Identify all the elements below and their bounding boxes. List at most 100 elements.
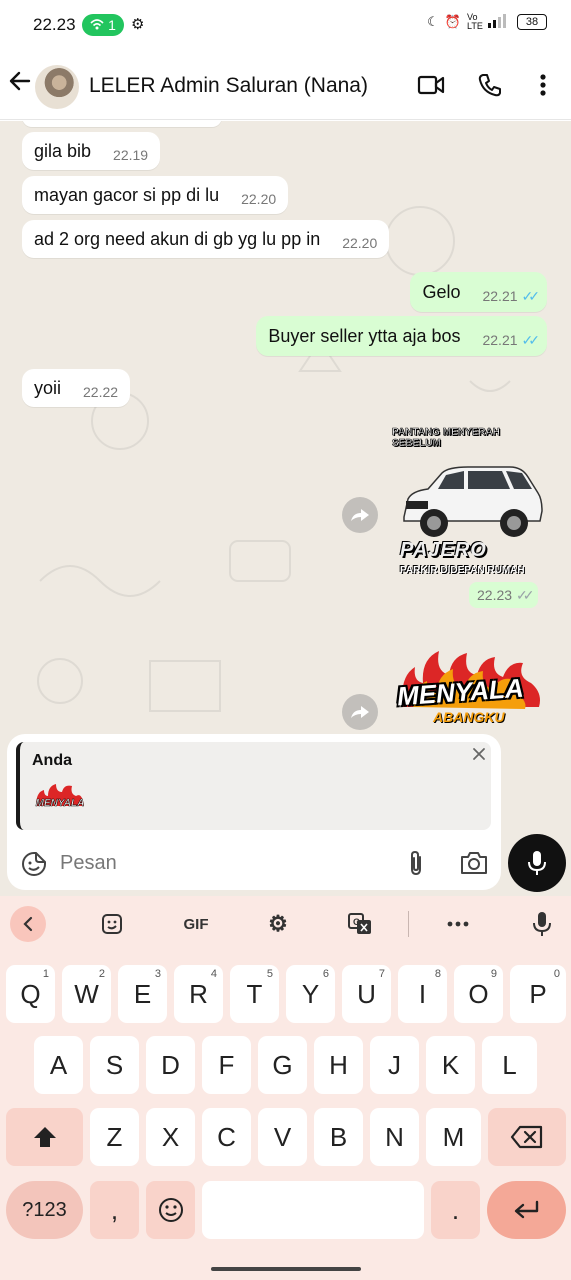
voice-input-icon[interactable] — [524, 906, 560, 942]
key-a[interactable]: A — [34, 1036, 83, 1094]
message-bubble-incoming[interactable]: mayan gacor si pp di lu 22.20 — [22, 176, 289, 214]
key-j[interactable]: J — [370, 1036, 419, 1094]
translate-icon[interactable]: G — [342, 906, 378, 942]
key-label: X — [161, 1121, 180, 1152]
settings-status-icon: ⚙ — [131, 16, 145, 33]
toolbar-divider — [408, 911, 409, 937]
sticker-emoji-icon[interactable] — [20, 850, 48, 878]
close-reply-icon[interactable] — [468, 744, 490, 766]
key-e[interactable]: E3 — [118, 965, 167, 1023]
symbols-key[interactable]: ?123 — [6, 1181, 83, 1239]
message-bubble-outgoing[interactable]: Gelo 22.21 ✓✓ — [410, 272, 547, 312]
sticker-pajero[interactable]: PANTANG MENYERAH SEBELUM PAJERO PARKIR D… — [392, 427, 548, 579]
message-bubble-partial[interactable] — [22, 121, 222, 127]
key-b[interactable]: B — [314, 1108, 363, 1166]
space-key[interactable] — [202, 1181, 424, 1239]
key-label: F — [218, 1049, 235, 1080]
status-right-icons: ☾ ⏰ Vo LTE 38 — [427, 13, 547, 31]
key-hint: 0 — [553, 968, 560, 980]
message-time: 22.22 — [83, 384, 119, 400]
home-indicator[interactable] — [211, 1267, 361, 1271]
backspace-key[interactable] — [488, 1108, 566, 1166]
voice-record-button[interactable] — [508, 834, 566, 892]
network-label: Vo LTE — [467, 12, 483, 31]
camera-icon[interactable] — [458, 849, 490, 877]
key-label: R — [189, 978, 208, 1009]
more-options-icon[interactable] — [440, 906, 476, 942]
smiley-icon — [158, 1198, 183, 1222]
key-label: W — [74, 978, 99, 1009]
key-label: K — [441, 1049, 460, 1080]
reply-author: Anda — [32, 752, 72, 769]
message-text: yoii — [34, 377, 62, 398]
key-label: J — [388, 1049, 401, 1080]
key-g[interactable]: G — [258, 1036, 307, 1094]
key-y[interactable]: Y6 — [286, 965, 335, 1023]
enter-key[interactable] — [487, 1181, 566, 1239]
more-options-icon[interactable] — [528, 70, 558, 100]
key-m[interactable]: M — [426, 1108, 481, 1166]
message-bubble-outgoing[interactable]: Buyer seller ytta aja bos 22.21 ✓✓ — [256, 316, 547, 356]
comma-key[interactable]: , — [90, 1181, 139, 1239]
key-x[interactable]: X — [146, 1108, 195, 1166]
key-i[interactable]: I8 — [398, 965, 447, 1023]
key-n[interactable]: N — [370, 1108, 419, 1166]
message-bubble-incoming[interactable]: gila bib 22.19 — [22, 132, 161, 170]
moon-icon: ☾ — [427, 14, 439, 29]
key-u[interactable]: U7 — [342, 965, 391, 1023]
chat-title[interactable]: LELER Admin Saluran (Nana) — [89, 74, 368, 98]
message-bubble-incoming[interactable]: yoii 22.22 — [22, 369, 131, 407]
period-key[interactable]: . — [431, 1181, 480, 1239]
car-image — [403, 466, 543, 537]
shift-key[interactable] — [6, 1108, 83, 1166]
sticker-menyala[interactable]: MENYALA ABANGKU — [393, 647, 547, 731]
key-s[interactable]: S — [90, 1036, 139, 1094]
sticker-brand-text: PAJERO — [400, 539, 487, 561]
sticker-timestamp: 22.23 ✓✓ — [469, 582, 538, 608]
key-q[interactable]: Q1 — [6, 965, 55, 1023]
key-p[interactable]: P0 — [510, 965, 566, 1023]
video-call-icon[interactable] — [416, 70, 446, 100]
key-r[interactable]: R4 — [174, 965, 223, 1023]
key-label: L — [502, 1049, 517, 1080]
message-text: gila bib — [34, 140, 92, 161]
message-input[interactable] — [60, 848, 390, 878]
keyboard-settings-icon[interactable]: ⚙ — [260, 906, 296, 942]
gif-button[interactable]: GIF — [176, 906, 216, 942]
voice-call-icon[interactable] — [475, 70, 505, 100]
key-k[interactable]: K — [426, 1036, 475, 1094]
key-label: ?123 — [22, 1198, 67, 1221]
keyboard-sticker-icon[interactable] — [94, 906, 130, 942]
key-t[interactable]: T5 — [230, 965, 279, 1023]
forward-icon — [351, 706, 369, 718]
avatar[interactable] — [35, 65, 79, 109]
key-l[interactable]: L — [482, 1036, 537, 1094]
delivered-ticks-icon: ✓✓ — [516, 586, 535, 603]
key-d[interactable]: D — [146, 1036, 195, 1094]
key-w[interactable]: W2 — [62, 965, 111, 1023]
reply-preview[interactable] — [16, 742, 491, 830]
key-label: D — [161, 1049, 180, 1080]
key-o[interactable]: O9 — [454, 965, 503, 1023]
back-arrow-icon[interactable] — [6, 68, 34, 100]
forward-button[interactable] — [342, 694, 378, 730]
forward-button[interactable] — [342, 497, 378, 533]
key-f[interactable]: F — [202, 1036, 251, 1094]
hotspot-icon — [90, 17, 104, 33]
key-z[interactable]: Z — [90, 1108, 139, 1166]
key-v[interactable]: V — [258, 1108, 307, 1166]
message-bubble-incoming[interactable]: ad 2 org need akun di gb yg lu pp in 22.… — [22, 220, 390, 258]
reply-sticker-thumbnail: MENYALA — [34, 782, 86, 816]
emoji-key[interactable] — [146, 1181, 195, 1239]
keyboard-collapse-button[interactable] — [10, 906, 46, 942]
key-c[interactable]: C — [202, 1108, 251, 1166]
message-text: Buyer seller ytta aja bos — [268, 325, 461, 346]
message-time: 22.21 — [482, 332, 518, 348]
key-label: M — [442, 1121, 465, 1152]
message-time: 22.19 — [113, 147, 149, 163]
key-h[interactable]: H — [314, 1036, 363, 1094]
attach-icon[interactable] — [403, 848, 429, 878]
chat-area[interactable]: gila bib 22.19 mayan gacor si pp di lu 2… — [0, 121, 571, 731]
message-text: Gelo — [422, 281, 461, 302]
status-bar: 22.23 1 ⚙ ☾ ⏰ Vo LTE 38 — [0, 0, 571, 52]
